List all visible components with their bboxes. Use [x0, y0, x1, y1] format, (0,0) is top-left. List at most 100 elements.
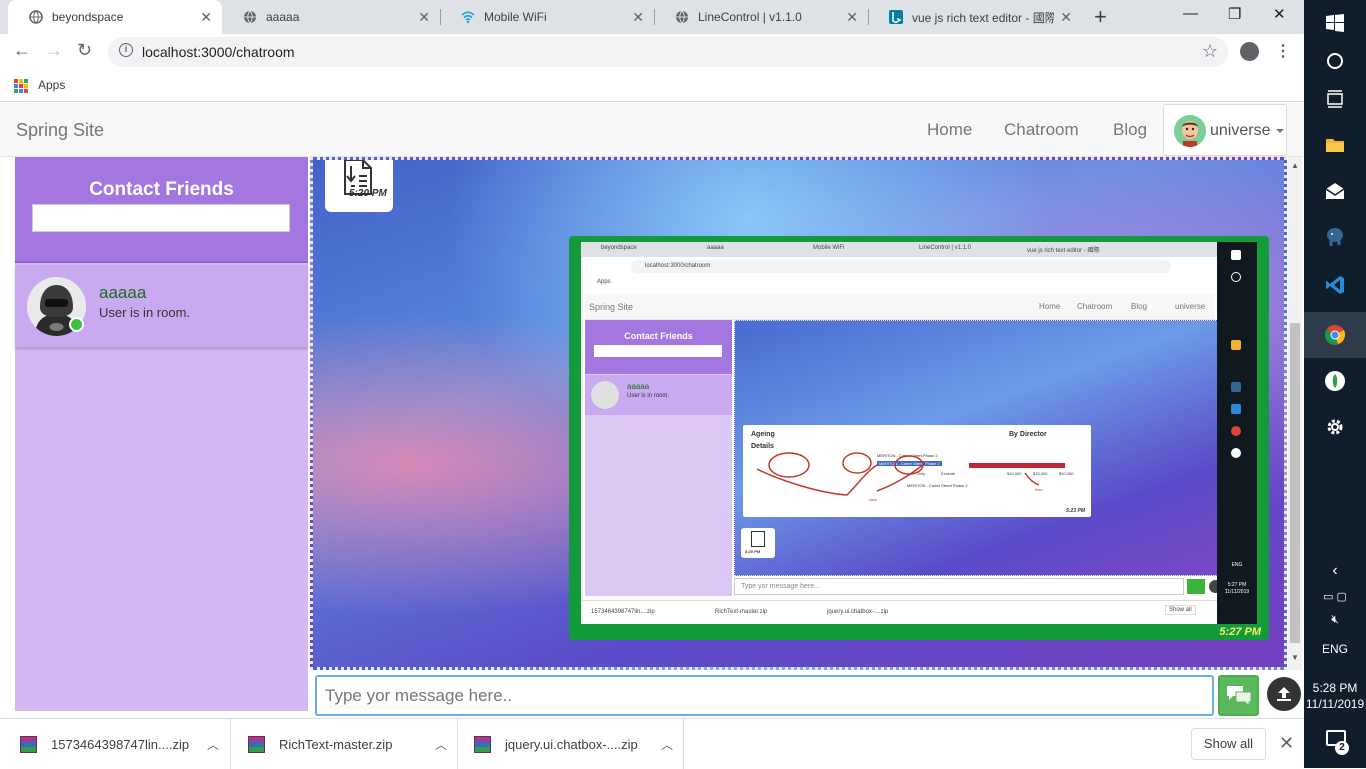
- message-input[interactable]: [315, 675, 1214, 716]
- message-timestamp: 5:27 PM: [1219, 626, 1261, 638]
- chrome-button[interactable]: [1304, 312, 1366, 358]
- winrar-icon: [474, 735, 491, 753]
- embedded-show-all: Show all: [1165, 605, 1196, 615]
- reload-icon[interactable]: ↻: [77, 40, 92, 61]
- embedded-contact: aaaaa User is in room.: [585, 375, 732, 415]
- minimize-button[interactable]: —: [1183, 5, 1198, 22]
- settings-button[interactable]: [1304, 404, 1366, 450]
- report-timestamp: 5:23 PM: [1066, 508, 1085, 514]
- language-indicator[interactable]: ENG: [1304, 642, 1366, 656]
- embedded-apps: Apps: [597, 279, 611, 285]
- leaf-app-icon: [1325, 371, 1345, 391]
- scroll-up-arrow[interactable]: ▲: [1291, 161, 1299, 170]
- nav-home[interactable]: Home: [927, 120, 972, 140]
- tab-linecontrol[interactable]: LineControl | v1.1.0 ✕: [654, 0, 868, 34]
- apps-grid-icon[interactable]: [14, 79, 28, 93]
- sidebar-title: Contact Friends: [89, 179, 234, 200]
- bookmarks-bar: Apps: [0, 70, 1304, 102]
- tab-beyondspace[interactable]: beyondspace ✕: [8, 0, 222, 34]
- chevron-up-icon[interactable]: ︿: [429, 736, 453, 753]
- chevron-left-icon[interactable]: ‹: [1304, 562, 1366, 580]
- profile-icon[interactable]: [1240, 42, 1259, 61]
- chevron-up-icon[interactable]: ︿: [655, 736, 679, 753]
- file-explorer-button[interactable]: [1304, 122, 1366, 168]
- chat-scrollbar[interactable]: ▲ ▼: [1288, 157, 1302, 670]
- upload-button[interactable]: [1267, 677, 1301, 711]
- clock[interactable]: 5:28 PM 11/11/2019: [1304, 680, 1366, 712]
- restore-button[interactable]: ❐: [1228, 5, 1241, 23]
- contact-search-input[interactable]: [32, 204, 290, 232]
- file-message[interactable]: 5:20 PM: [325, 160, 393, 212]
- back-icon[interactable]: ←: [13, 40, 31, 61]
- close-window-button[interactable]: ✕: [1273, 5, 1286, 23]
- bing-icon: [888, 9, 904, 25]
- mail-button[interactable]: [1304, 168, 1366, 214]
- close-tab-icon[interactable]: ✕: [632, 9, 644, 26]
- app-button[interactable]: [1304, 358, 1366, 404]
- user-name: universe: [1210, 122, 1271, 139]
- tab-mobile-wifi[interactable]: Mobile WiFi ✕: [440, 0, 654, 34]
- embedded-contact-name: aaaaa: [627, 382, 650, 391]
- embedded-postgres-icon: [1231, 382, 1241, 392]
- embedded-contact-status: User is in room.: [627, 393, 670, 399]
- contact-item[interactable]: aaaaa User is in room.: [15, 265, 308, 347]
- chat-messages-area[interactable]: 5:20 PM beyondspace aaaaa Mobile WiFi Li…: [310, 157, 1287, 670]
- menu-dots-icon[interactable]: ⋮: [1275, 41, 1291, 61]
- download-filename: jquery.ui.chatbox-....zip: [505, 736, 638, 752]
- tab-title: beyondspace: [52, 10, 124, 24]
- page-content: Spring Site Home Chatroom Blog universe: [0, 103, 1304, 718]
- chevron-up-icon[interactable]: ︿: [201, 736, 225, 753]
- globe-icon: [28, 9, 44, 25]
- scrollbar-thumb[interactable]: [1290, 323, 1300, 643]
- mail-icon: [1325, 183, 1345, 199]
- close-downloads-icon[interactable]: ✕: [1279, 733, 1294, 754]
- nav-chatroom[interactable]: Chatroom: [1004, 120, 1079, 140]
- embedded-contact-avatar: [591, 381, 619, 409]
- nav-blog[interactable]: Blog: [1113, 120, 1147, 140]
- new-tab-button[interactable]: +: [1094, 4, 1107, 30]
- close-tab-icon[interactable]: ✕: [200, 9, 212, 26]
- embedded-sidebar: Contact Friends aaaaa User is in room.: [585, 320, 732, 596]
- info-icon[interactable]: i: [119, 43, 133, 57]
- tab-title: Mobile WiFi: [484, 10, 547, 24]
- address-bar[interactable]: i localhost:3000/chatroom ☆: [108, 37, 1228, 67]
- close-tab-icon[interactable]: ✕: [418, 9, 430, 26]
- download-item[interactable]: 1573464398747lin....zip ︿: [0, 719, 231, 769]
- close-tab-icon[interactable]: ✕: [846, 9, 858, 26]
- tab-vue-editor[interactable]: vue js rich text editor - 國際 ✕: [868, 0, 1082, 34]
- network-power-icon[interactable]: ▭ ▢: [1304, 590, 1366, 603]
- downloads-shelf: 1573464398747lin....zip ︿ RichText-maste…: [0, 718, 1304, 769]
- scroll-down-arrow[interactable]: ▼: [1291, 653, 1299, 662]
- embedded-brand: Spring Site: [589, 302, 634, 312]
- bookmark-star-icon[interactable]: ☆: [1202, 41, 1218, 62]
- site-brand[interactable]: Spring Site: [16, 120, 104, 141]
- image-message[interactable]: beyondspace aaaaa Mobile WiFi LineContro…: [569, 236, 1269, 640]
- user-menu-dropdown[interactable]: universe: [1163, 104, 1287, 156]
- contact-status: User is in room.: [99, 305, 191, 320]
- tab-aaaaa[interactable]: aaaaa ✕: [222, 0, 440, 34]
- apps-bookmark[interactable]: Apps: [38, 78, 65, 92]
- close-tab-icon[interactable]: ✕: [1060, 9, 1072, 26]
- volume-muted-icon[interactable]: 🔇︎: [1304, 612, 1366, 627]
- chat-bubbles-icon: [1227, 686, 1252, 708]
- download-item[interactable]: RichText-master.zip ︿: [231, 719, 458, 769]
- vscode-button[interactable]: [1304, 262, 1366, 308]
- forward-icon[interactable]: →: [45, 40, 63, 61]
- embedded-windows-icon: [1231, 250, 1241, 260]
- pgadmin-button[interactable]: [1304, 214, 1366, 260]
- site-navbar: Spring Site Home Chatroom Blog universe: [0, 103, 1304, 157]
- embedded-download: jquery.ui.chatbox-....zip: [827, 609, 889, 615]
- tab-title: vue js rich text editor - 國際: [912, 10, 1055, 25]
- sidebar-header: Contact Friends: [15, 157, 308, 263]
- task-view-button[interactable]: [1304, 76, 1366, 122]
- show-all-downloads-button[interactable]: Show all: [1191, 728, 1266, 760]
- embedded-file-time: 5:20 PM: [745, 549, 761, 554]
- notification-count-badge: 2: [1335, 741, 1349, 755]
- clock-date: 11/11/2019: [1305, 697, 1365, 711]
- embedded-nav-link: universe: [1175, 302, 1206, 311]
- cortana-icon: [1327, 53, 1343, 69]
- send-button[interactable]: [1218, 675, 1259, 716]
- globe-icon: [242, 9, 258, 25]
- download-item[interactable]: jquery.ui.chatbox-....zip ︿: [458, 719, 684, 769]
- embedded-tab: Mobile WiFi: [813, 245, 845, 251]
